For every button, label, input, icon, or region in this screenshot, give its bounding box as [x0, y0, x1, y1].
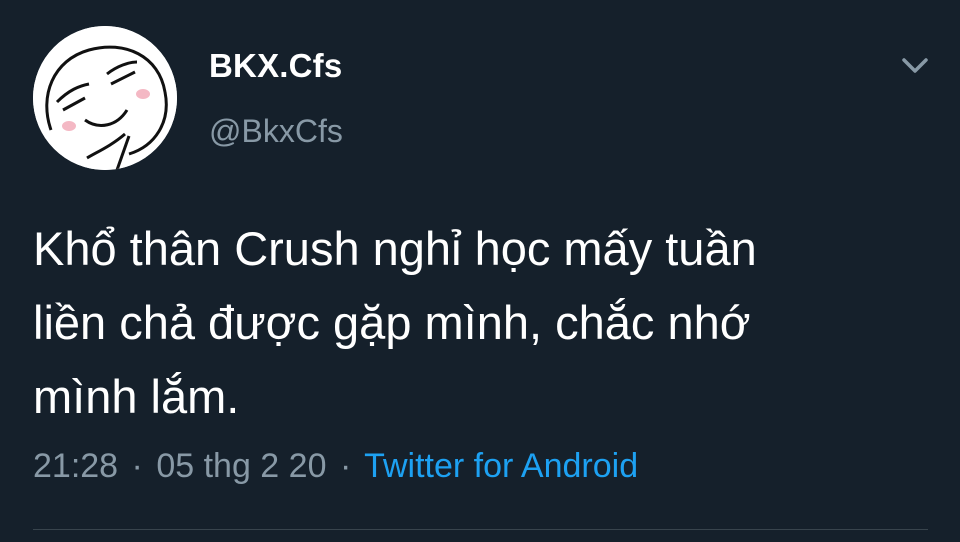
user-handle[interactable]: @BkxCfs [209, 113, 343, 150]
display-name[interactable]: BKX.Cfs [209, 47, 342, 85]
tweet-time[interactable]: 21:28 [33, 447, 118, 485]
avatar[interactable] [33, 26, 177, 170]
tweet-card: BKX.Cfs @BkxCfs Khổ thân Crush nghỉ học … [0, 0, 960, 542]
divider [33, 529, 928, 530]
tweet-text-line: Khổ thân Crush nghỉ học mấy tuần [33, 222, 757, 275]
separator: · [339, 447, 352, 485]
tweet-date[interactable]: 05 thg 2 20 [156, 447, 326, 485]
chevron-down-icon[interactable] [896, 50, 934, 82]
tweet-text-line: mình lắm. [33, 370, 240, 423]
tweet-text-line: liền chả được gặp mình, chắc nhớ [33, 296, 751, 349]
tweet-metadata: 21:28 · 05 thg 2 20 · Twitter for Androi… [33, 447, 638, 486]
smug-face-icon [33, 26, 177, 170]
separator: · [131, 447, 143, 485]
tweet-source-link[interactable]: Twitter for Android [364, 447, 638, 485]
tweet-text: Khổ thân Crush nghỉ học mấy tuần liền ch… [33, 212, 933, 434]
